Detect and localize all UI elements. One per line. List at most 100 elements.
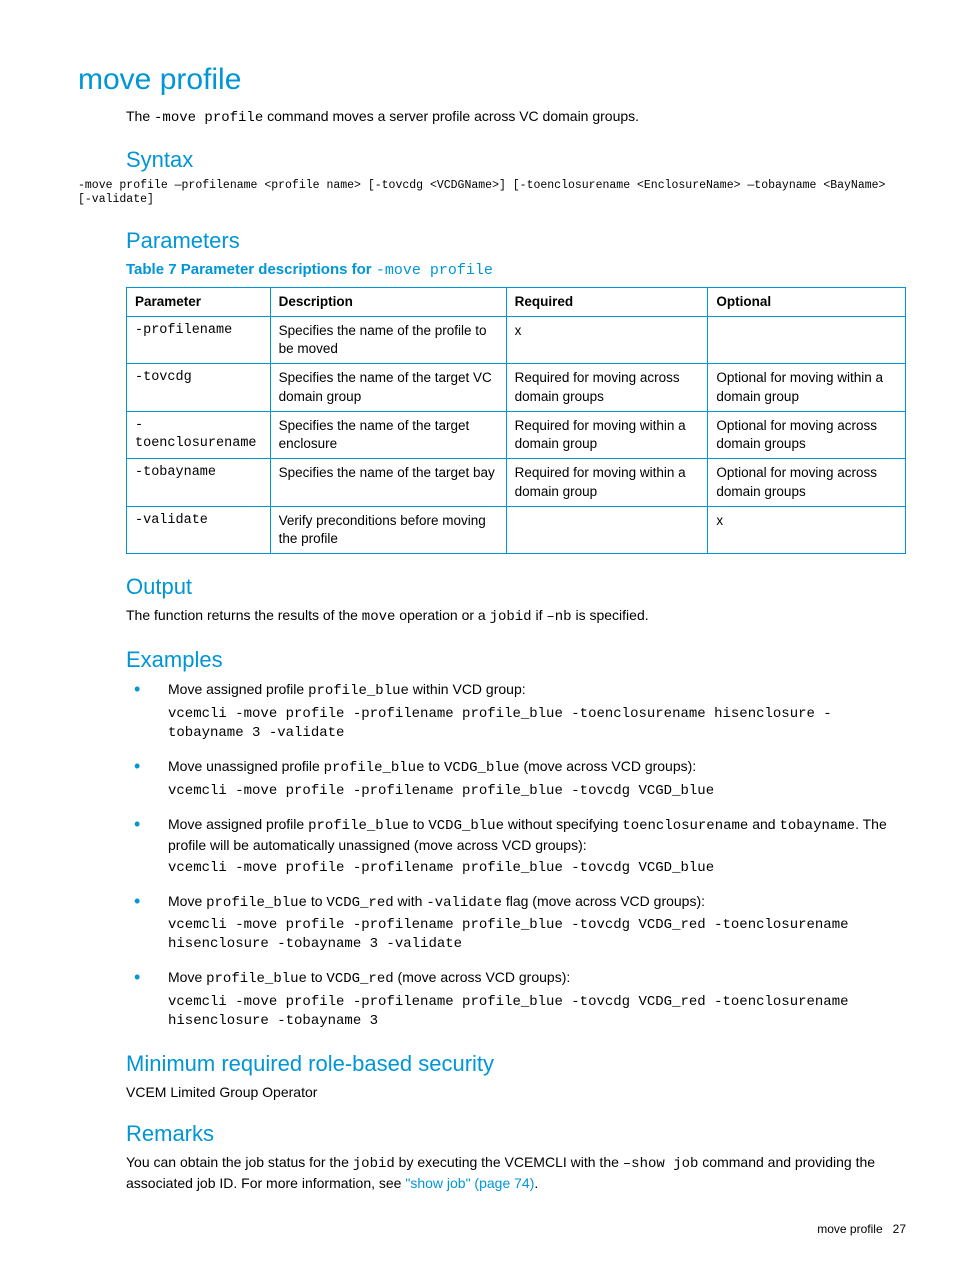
table-row: -validateVerify preconditions before mov… <box>127 506 906 553</box>
th-description: Description <box>270 287 506 316</box>
example-desc-code: profile_blue <box>206 971 307 987</box>
table-title-cmd: -move profile <box>376 262 493 279</box>
th-parameter: Parameter <box>127 287 271 316</box>
table-row: -profilenameSpecifies the name of the pr… <box>127 316 906 363</box>
footer-page: 27 <box>893 1222 906 1236</box>
example-desc: Move profile_blue to VCDG_red with -vali… <box>168 892 906 913</box>
example-desc-text: Move unassigned profile <box>168 758 324 774</box>
page-footer: move profile 27 <box>48 1221 906 1237</box>
footer-label: move profile <box>817 1222 882 1236</box>
example-desc-text: Move assigned profile <box>168 816 308 832</box>
th-required: Required <box>506 287 708 316</box>
example-desc-code: profile_blue <box>206 895 307 911</box>
param-name: -tobayname <box>127 459 271 506</box>
example-desc-code: -validate <box>426 895 502 911</box>
param-required: Required for moving within a domain grou… <box>506 411 708 458</box>
list-item: Move profile_blue to VCDG_red (move acro… <box>126 968 906 1031</box>
example-desc-text: (move across VCD groups): <box>394 969 571 985</box>
example-desc-text: to <box>307 893 326 909</box>
output-paragraph: The function returns the results of the … <box>126 606 906 627</box>
example-cmd: vcemcli -move profile -profilename profi… <box>168 993 906 1031</box>
output-code3: –nb <box>546 609 571 625</box>
param-required: x <box>506 316 708 363</box>
parameters-heading: Parameters <box>126 226 906 256</box>
output-mid2: if <box>532 607 547 623</box>
param-optional: Optional for moving across domain groups <box>708 459 906 506</box>
remarks-link[interactable]: "show job" (page 74) <box>405 1175 534 1191</box>
remarks-heading: Remarks <box>126 1119 906 1149</box>
example-desc: Move assigned profile profile_blue withi… <box>168 680 906 701</box>
example-desc-code: profile_blue <box>308 818 409 834</box>
example-desc-text: Move <box>168 893 206 909</box>
examples-heading: Examples <box>126 645 906 675</box>
param-optional: Optional for moving within a domain grou… <box>708 364 906 411</box>
param-desc: Specifies the name of the target bay <box>270 459 506 506</box>
parameters-table: Parameter Description Required Optional … <box>126 287 906 554</box>
example-cmd: vcemcli -move profile -profilename profi… <box>168 916 906 954</box>
example-desc-text: with <box>394 893 427 909</box>
param-required: Required for moving across domain groups <box>506 364 708 411</box>
examples-list: Move assigned profile profile_blue withi… <box>126 680 906 1030</box>
syntax-text: -move profile —profilename <profile name… <box>78 179 906 208</box>
table-row: -toenclosurenameSpecifies the name of th… <box>127 411 906 458</box>
example-desc-code: VCDG_red <box>326 895 393 911</box>
param-desc: Verify preconditions before moving the p… <box>270 506 506 553</box>
intro-cmd: -move profile <box>154 110 263 126</box>
param-desc: Specifies the name of the target VC doma… <box>270 364 506 411</box>
list-item: Move unassigned profile profile_blue to … <box>126 757 906 801</box>
example-desc-text: to <box>424 758 443 774</box>
intro-prefix: The <box>126 108 154 124</box>
table-header-row: Parameter Description Required Optional <box>127 287 906 316</box>
example-desc-text: without specifying <box>504 816 622 832</box>
page-title: move profile <box>78 60 906 101</box>
example-desc-code: VCDG_red <box>326 971 393 987</box>
output-mid1: operation or a <box>395 607 489 623</box>
example-cmd: vcemcli -move profile -profilename profi… <box>168 859 906 878</box>
param-required <box>506 506 708 553</box>
param-desc: Specifies the name of the profile to be … <box>270 316 506 363</box>
example-desc-code: toenclosurename <box>622 818 748 834</box>
param-optional: x <box>708 506 906 553</box>
table-row: -tovcdgSpecifies the name of the target … <box>127 364 906 411</box>
remarks-post: . <box>534 1175 538 1191</box>
example-desc-text: flag (move across VCD groups): <box>502 893 705 909</box>
example-desc-code: profile_blue <box>308 683 409 699</box>
table-title-prefix: Table 7 Parameter descriptions for <box>126 261 376 278</box>
output-heading: Output <box>126 572 906 602</box>
output-code2: jobid <box>490 609 532 625</box>
param-required: Required for moving within a domain grou… <box>506 459 708 506</box>
example-desc-code: profile_blue <box>324 760 425 776</box>
example-desc-code: VCDG_blue <box>444 760 520 776</box>
example-desc: Move profile_blue to VCDG_red (move acro… <box>168 968 906 989</box>
remarks-pre1: You can obtain the job status for the <box>126 1154 353 1170</box>
remarks-mid1: by executing the VCEMCLI with the <box>395 1154 623 1170</box>
example-cmd: vcemcli -move profile -profilename profi… <box>168 782 906 801</box>
intro-paragraph: The -move profile command moves a server… <box>126 107 906 128</box>
remarks-code1: jobid <box>353 1156 395 1172</box>
example-desc: Move unassigned profile profile_blue to … <box>168 757 906 778</box>
list-item: Move profile_blue to VCDG_red with -vali… <box>126 892 906 955</box>
output-code1: move <box>362 609 396 625</box>
remarks-paragraph: You can obtain the job status for the jo… <box>126 1153 906 1193</box>
example-desc-code: VCDG_blue <box>428 818 504 834</box>
param-optional: Optional for moving across domain groups <box>708 411 906 458</box>
example-desc-text: and <box>748 816 779 832</box>
remarks-code2: –show job <box>623 1156 699 1172</box>
minrole-text: VCEM Limited Group Operator <box>126 1083 906 1102</box>
example-desc-code: tobayname <box>779 818 855 834</box>
param-optional <box>708 316 906 363</box>
example-desc-text: (move across VCD groups): <box>520 758 697 774</box>
intro-suffix: command moves a server profile across VC… <box>263 108 639 124</box>
output-pre1: The function returns the results of the <box>126 607 362 623</box>
param-name: -validate <box>127 506 271 553</box>
minrole-heading: Minimum required role-based security <box>126 1049 906 1079</box>
example-cmd: vcemcli -move profile -profilename profi… <box>168 705 906 743</box>
param-name: -profilename <box>127 316 271 363</box>
table-title: Table 7 Parameter descriptions for -move… <box>126 260 906 281</box>
output-post: is specified. <box>572 607 649 623</box>
table-row: -tobaynameSpecifies the name of the targ… <box>127 459 906 506</box>
example-desc-text: to <box>409 816 428 832</box>
param-desc: Specifies the name of the target enclosu… <box>270 411 506 458</box>
list-item: Move assigned profile profile_blue to VC… <box>126 815 906 878</box>
syntax-heading: Syntax <box>126 145 906 175</box>
